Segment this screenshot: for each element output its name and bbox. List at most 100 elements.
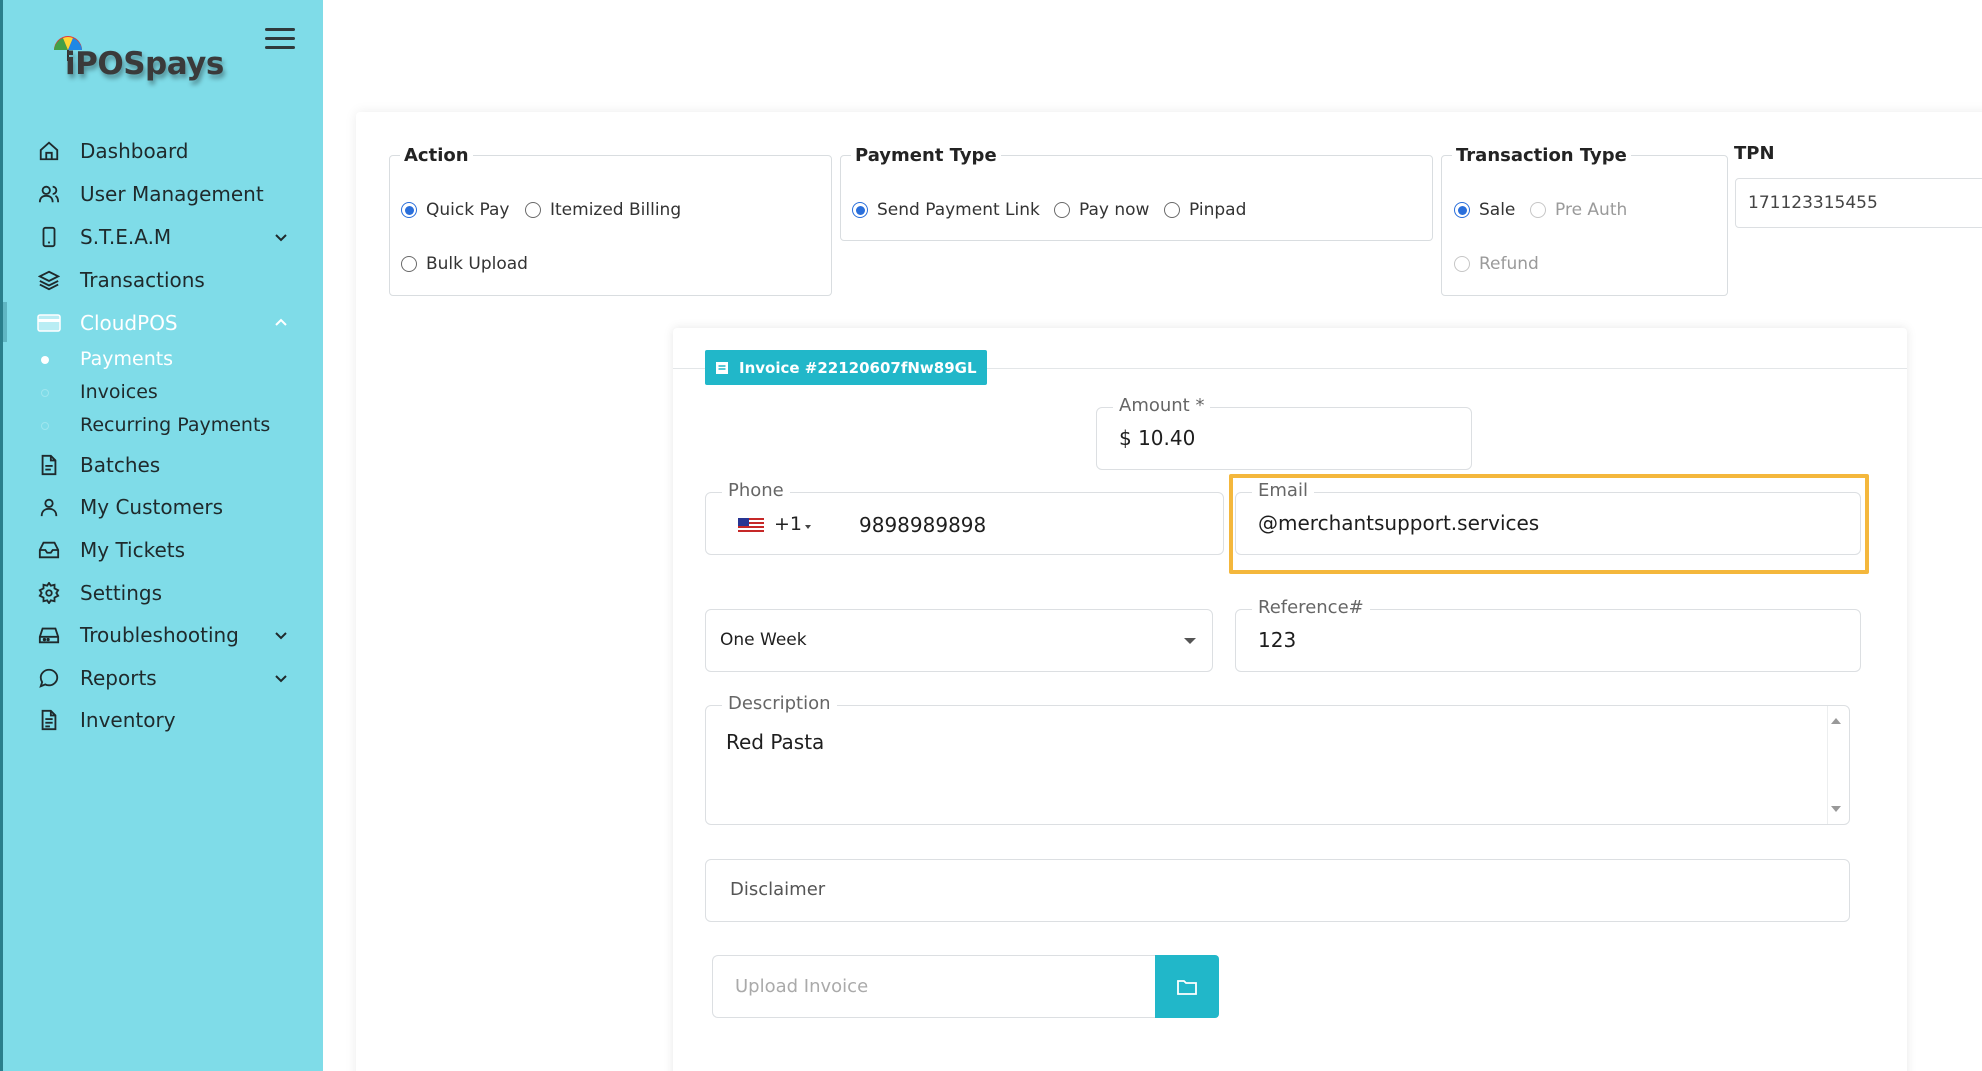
radio-dot[interactable] [1530,202,1546,218]
sidebar-item-transactions[interactable]: Transactions [3,259,323,301]
phone-label: Phone [722,480,790,501]
chevron-down-icon[interactable] [273,627,289,643]
card-icon [36,310,62,336]
sidebar-item-user-management[interactable]: User Management [3,173,323,215]
inbox-icon [36,537,62,563]
sidebar-subitem-label: Payments [80,348,174,370]
caret-down-icon[interactable] [805,525,811,529]
invoice-number: Invoice #22120607fNw89GL [739,358,977,377]
tpn-input[interactable]: 171123315455 [1735,178,1982,228]
sidebar-item-settings[interactable]: Settings [3,572,323,614]
radio-bulk-upload[interactable]: Bulk Upload [401,254,528,274]
ipospays-logo[interactable]: iPOSpays [51,34,231,88]
sidebar-item-label: Settings [80,581,163,605]
sidebar-item-label: My Customers [80,495,224,519]
gear-icon [36,580,62,606]
chevron-up-icon[interactable] [273,315,289,331]
bullet-icon [41,389,49,397]
email-highlight-box [1229,474,1869,574]
sidebar-item-troubleshooting[interactable]: Troubleshooting [3,614,323,656]
radio-dot[interactable] [1164,202,1180,218]
menu-toggle-icon[interactable] [265,28,295,52]
sidebar-item-steam[interactable]: S.T.E.A.M [3,216,323,258]
upload-invoice-group: Upload Invoice [712,955,1219,1018]
phone-value: 9898989898 [859,513,987,537]
disclaimer-field[interactable]: Disclaimer [705,859,1850,922]
browse-folder-button[interactable] [1155,955,1219,1018]
scroll-down-icon[interactable] [1831,806,1841,812]
sidebar-item-label: S.T.E.A.M [80,225,172,249]
radio-label: Pay now [1079,200,1150,220]
radio-pinpad[interactable]: Pinpad [1164,200,1246,220]
description-label: Description [722,693,837,714]
radio-dot[interactable] [401,256,417,272]
description-value: Red Pasta [726,730,825,754]
sidebar-item-dashboard[interactable]: Dashboard [3,130,323,172]
upload-invoice-input[interactable]: Upload Invoice [712,955,1156,1018]
radio-refund[interactable]: Refund [1454,254,1539,274]
sidebar-item-label: User Management [80,182,264,206]
country-code[interactable]: +1 [774,513,802,535]
bullet-icon [41,356,49,364]
reference-value: 123 [1258,628,1297,652]
layers-icon [36,267,62,293]
radio-dot[interactable] [1054,202,1070,218]
sidebar-item-inventory[interactable]: Inventory [3,699,323,741]
us-flag-icon[interactable] [738,518,764,534]
sidebar: iPOSpays Dashboard User Management S.T.E… [0,0,323,1071]
chevron-down-icon[interactable] [273,670,289,686]
radio-label: Quick Pay [426,200,510,220]
sidebar-subitem-invoices[interactable]: Invoices [3,377,323,409]
upload-placeholder: Upload Invoice [735,976,869,997]
radio-dot[interactable] [525,202,541,218]
chevron-down-icon[interactable] [273,229,289,245]
sidebar-item-my-customers[interactable]: My Customers [3,486,323,528]
amount-value: $ 10.40 [1119,426,1196,450]
radio-pre-auth[interactable]: Pre Auth [1530,200,1627,220]
radio-send-payment-link[interactable]: Send Payment Link [852,200,1040,220]
sidebar-item-label: Transactions [80,268,205,292]
sidebar-subitem-label: Invoices [80,381,158,403]
sidebar-item-label: CloudPOS [80,311,178,335]
reference-field[interactable]: Reference# 123 [1235,597,1861,672]
radio-dot[interactable] [852,202,868,218]
sidebar-item-label: Inventory [80,708,176,732]
radio-label: Send Payment Link [877,200,1040,220]
amount-field[interactable]: Amount * $ 10.40 [1096,395,1472,470]
scroll-up-icon[interactable] [1831,718,1841,724]
radio-quick-pay[interactable]: Quick Pay [401,200,509,220]
radio-label: Refund [1479,254,1539,274]
amount-label: Amount * [1113,395,1211,416]
phone-field[interactable]: Phone +1 9898989898 [705,480,1224,555]
payment-type-legend: Payment Type [855,145,997,166]
expiry-select[interactable]: One Week [705,609,1213,672]
expiry-value: One Week [720,630,807,650]
logo-text: iPOSpays [65,46,224,82]
sidebar-item-batches[interactable]: Batches [3,444,323,486]
transaction-type-legend: Transaction Type [1456,145,1627,166]
sidebar-item-cloudpos[interactable]: CloudPOS [3,302,323,344]
sidebar-item-my-tickets[interactable]: My Tickets [3,529,323,571]
mobile-icon [36,224,62,250]
radio-dot[interactable] [1454,202,1470,218]
radio-pay-now[interactable]: Pay now [1054,200,1149,220]
sidebar-subitem-label: Recurring Payments [80,414,271,436]
radio-sale[interactable]: Sale [1454,200,1515,220]
sidebar-subitem-recurring-payments[interactable]: Recurring Payments [3,410,323,442]
description-textarea[interactable]: Description Red Pasta [705,693,1850,825]
radio-label: Bulk Upload [426,254,528,274]
home-icon [36,138,62,164]
sidebar-item-reports[interactable]: Reports [3,657,323,699]
radio-label: Itemized Billing [550,200,682,220]
action-legend: Action [404,145,469,166]
caret-down-icon[interactable] [1184,638,1196,644]
radio-dot[interactable] [401,202,417,218]
sidebar-item-label: Batches [80,453,161,477]
sidebar-item-label: My Tickets [80,538,186,562]
document-icon [36,707,62,733]
radio-itemized-billing[interactable]: Itemized Billing [525,200,681,220]
sidebar-subitem-payments[interactable]: Payments [3,344,323,376]
radio-dot[interactable] [1454,256,1470,272]
radio-label: Pre Auth [1555,200,1628,220]
sidebar-item-label: Dashboard [80,139,189,163]
